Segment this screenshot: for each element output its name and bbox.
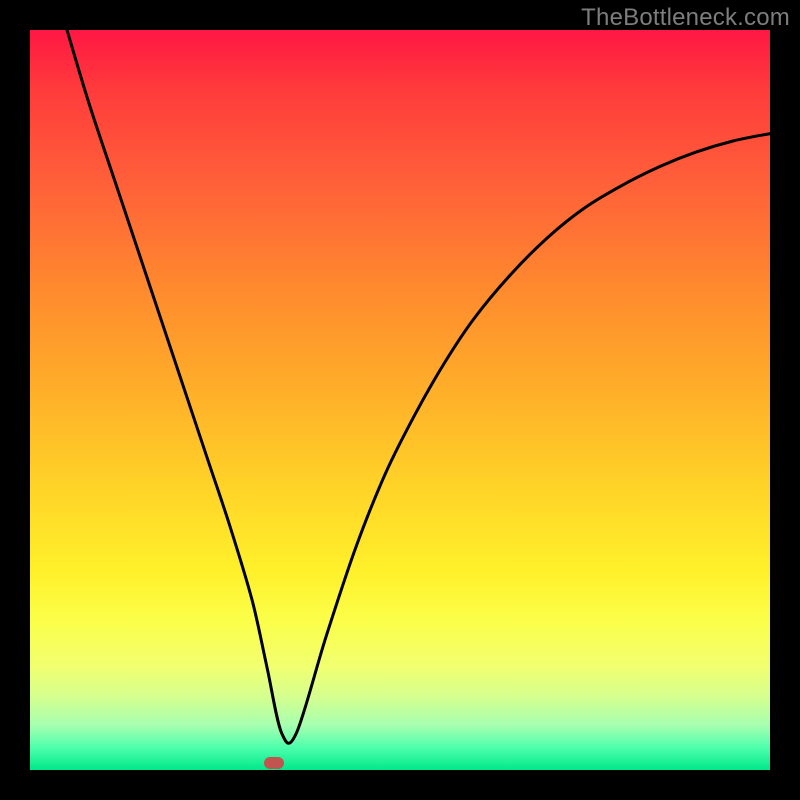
watermark-text: TheBottleneck.com [581, 4, 790, 32]
plot-area [30, 30, 770, 770]
minimum-marker [264, 757, 284, 769]
chart-frame: TheBottleneck.com [0, 0, 800, 800]
bottleneck-curve [30, 30, 770, 770]
